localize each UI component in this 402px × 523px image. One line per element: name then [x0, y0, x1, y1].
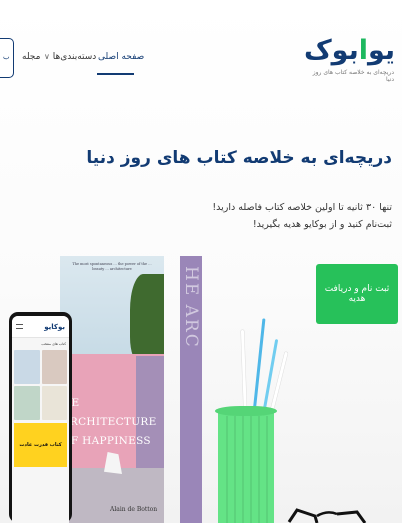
nav-active-underline	[97, 73, 134, 75]
cup-rib	[266, 416, 268, 523]
brand-logo[interactable]: یوابوک دریچه‌ای به خلاصه کتاب های روز دن…	[304, 35, 396, 96]
book-cover-title: HE ARCHITECTURE OF HAPPINESS	[62, 394, 158, 451]
hero-subtitle-line-2: ثبت‌نام کنید و از بوکایو هدیه بگیرید!	[252, 219, 392, 230]
phone-book-grid	[12, 350, 69, 420]
phone-app-bar: بوکایو	[12, 316, 69, 338]
phone-book-card	[41, 350, 67, 384]
hero-subtitle-line-1: تنها ۳۰ ثانیه تا اولین خلاصه کتاب فاصله …	[212, 202, 392, 213]
book-spine-illustration: HE ARC	[180, 256, 202, 523]
pencil-cup	[215, 406, 277, 523]
phone-logo: بوکایو	[44, 322, 65, 331]
book-cover-quote: The most spontaneous ... the power of th…	[72, 262, 152, 271]
menu-icon	[16, 324, 23, 329]
cup-rib	[226, 416, 228, 523]
site-header: یوابوک دریچه‌ای به خلاصه کتاب های روز دن…	[0, 0, 402, 98]
nav-edge-label: ب	[3, 53, 10, 61]
cup-rib	[234, 416, 236, 523]
hero-title: دریچه‌ای به خلاصه کتاب های روز دنیا	[86, 148, 392, 168]
logo-wordmark: یوابوک	[304, 35, 396, 66]
nav-item-categories-label: دسته‌بندی‌ها	[52, 52, 97, 62]
nav-edge-button[interactable]: ب	[0, 38, 14, 78]
nav-item-categories[interactable]: ∨ دسته‌بندی‌ها	[44, 52, 96, 62]
logo-tagline: دریچه‌ای به خلاصه کتاب های روز دنیا	[312, 69, 394, 83]
phone-book-cover-title: کتاب قدرت عادت	[19, 442, 62, 448]
book-cover-floor	[60, 468, 164, 523]
hero-subtitle: تنها ۳۰ ثانیه تا اولین خلاصه کتاب فاصله …	[212, 199, 392, 233]
phone-book-card	[41, 386, 67, 420]
cup-rib	[258, 416, 260, 523]
pencil-cup-straw	[240, 330, 247, 419]
book-cover-title-line-2: OF HAPPINESS	[62, 435, 151, 447]
phone-book-cover: کتاب قدرت عادت	[14, 423, 67, 467]
nav-item-home[interactable]: صفحه اصلی	[98, 52, 144, 62]
book-cover-author: Alain de Botton	[110, 506, 158, 513]
phone-book-card	[14, 350, 40, 384]
phone-section-heading: کتاب های منتخب	[41, 342, 66, 346]
phone-screen: بوکایو کتاب های منتخب کتاب قدرت عادت	[12, 316, 69, 523]
eyeglasses-illustration	[287, 508, 367, 523]
phone-mockup: بوکایو کتاب های منتخب کتاب قدرت عادت	[9, 312, 72, 523]
book-cover-illustration: The most spontaneous ... the power of th…	[60, 256, 164, 523]
phone-book-card	[14, 386, 40, 420]
book-cover-title-line-1: HE ARCHITECTURE	[62, 397, 157, 428]
signup-gift-button[interactable]: ثبت نام و دریافت هدیه	[316, 264, 398, 324]
chevron-down-icon: ∨	[44, 52, 50, 61]
cup-rib	[242, 416, 244, 523]
nav-item-magazine[interactable]: مجله	[22, 52, 40, 62]
book-cover-tree	[130, 274, 164, 364]
cup-rib	[250, 416, 252, 523]
book-spine-title: HE ARC	[181, 266, 201, 349]
